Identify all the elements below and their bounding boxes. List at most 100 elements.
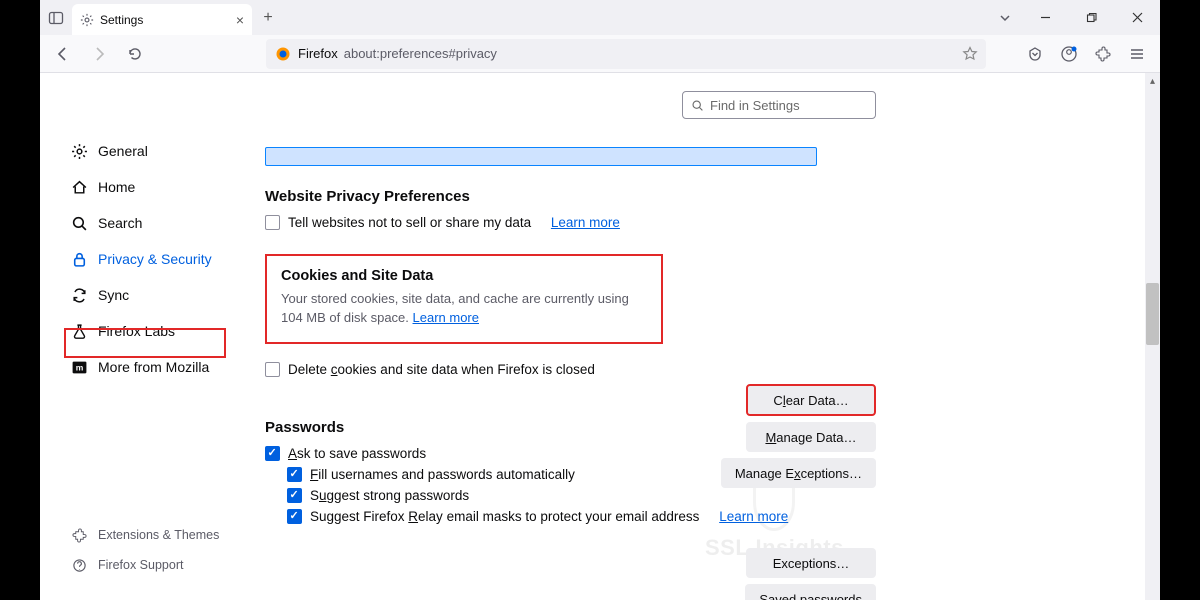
account-button[interactable] [1054, 39, 1084, 69]
window-titlebar: Settings × + [40, 0, 1160, 35]
bookmark-star-button[interactable] [962, 46, 978, 62]
gear-icon [80, 13, 94, 27]
save-to-pocket-button[interactable] [1020, 39, 1050, 69]
arrow-right-icon [91, 46, 107, 62]
gear-icon [70, 142, 88, 160]
reload-icon [127, 46, 143, 62]
tab-title: Settings [100, 13, 143, 27]
ask-save-label: Ask to save passwords [288, 446, 426, 461]
checkbox-checked[interactable] [287, 467, 302, 482]
sidebar-item-sync[interactable]: Sync [62, 277, 265, 313]
scroll-up-arrow[interactable]: ▴ [1145, 73, 1160, 89]
sidebar-item-extensions-themes[interactable]: Extensions & Themes [62, 520, 265, 550]
flask-icon [70, 322, 88, 340]
do-not-sell-checkbox-row[interactable]: Tell websites not to sell or share my da… [265, 215, 965, 230]
sidebar-item-firefox-labs[interactable]: Firefox Labs [62, 313, 265, 349]
settings-sidebar: General Home Search Privacy & Security S… [40, 73, 265, 600]
sync-icon [70, 286, 88, 304]
account-icon [1060, 45, 1078, 63]
checkbox-unchecked[interactable] [265, 215, 280, 230]
find-placeholder: Find in Settings [710, 98, 800, 113]
firefox-logo-icon [274, 45, 292, 63]
sidebar-item-label: More from Mozilla [98, 359, 209, 375]
delete-on-close-label: Delete cookies and site data when Firefo… [288, 362, 595, 377]
extensions-button[interactable] [1088, 39, 1118, 69]
sidebar-item-general[interactable]: General [62, 133, 265, 169]
manage-data-button[interactable]: Manage Data… [746, 422, 876, 452]
sidebar-item-label: Firefox Support [98, 558, 183, 572]
saved-passwords-button[interactable]: Saved passwords [745, 584, 876, 600]
sidebar-icon [48, 10, 64, 26]
window-close-button[interactable] [1114, 0, 1160, 35]
info-banner [265, 147, 817, 166]
scroll-thumb[interactable] [1146, 283, 1159, 345]
app-menu-button[interactable] [1122, 39, 1152, 69]
sidebar-item-home[interactable]: Home [62, 169, 265, 205]
new-tab-button[interactable]: + [252, 0, 284, 35]
puzzle-icon [1095, 46, 1111, 62]
relay-row[interactable]: Suggest Firefox Relay email masks to pro… [287, 509, 965, 524]
checkbox-checked[interactable] [265, 446, 280, 461]
tabs-dropdown-button[interactable] [988, 0, 1022, 35]
window-minimize-button[interactable] [1022, 0, 1068, 35]
sidebar-item-label: Firefox Labs [98, 323, 175, 339]
cookies-heading: Cookies and Site Data [281, 268, 647, 284]
browser-tab[interactable]: Settings × [72, 4, 252, 35]
sidebar-item-privacy-security[interactable]: Privacy & Security [62, 241, 265, 277]
nav-reload-button[interactable] [120, 39, 150, 69]
sidebar-toggle-button[interactable] [40, 0, 72, 35]
sidebar-item-label: Privacy & Security [98, 251, 212, 267]
learn-more-link[interactable]: Learn more [719, 509, 788, 524]
sidebar-item-search[interactable]: Search [62, 205, 265, 241]
puzzle-icon [70, 526, 88, 544]
browser-toolbar: Firefox about:preferences#privacy [40, 35, 1160, 73]
chevron-down-icon [999, 12, 1011, 24]
password-exceptions-button[interactable]: Exceptions… [746, 548, 876, 578]
star-icon [962, 46, 978, 62]
settings-content: Find in Settings SSL Insights Website Pr… [265, 73, 1160, 600]
help-icon [70, 556, 88, 574]
clear-data-button[interactable]: Clear Data… [746, 384, 876, 416]
url-path: about:preferences#privacy [344, 46, 497, 61]
sidebar-item-label: Sync [98, 287, 129, 303]
window-restore-button[interactable] [1068, 0, 1114, 35]
find-in-settings-input[interactable]: Find in Settings [682, 91, 876, 119]
tab-close-button[interactable]: × [236, 12, 244, 28]
mozilla-icon: m [70, 358, 88, 376]
nav-forward-button[interactable] [84, 39, 114, 69]
nav-back-button[interactable] [48, 39, 78, 69]
url-scheme: Firefox [298, 46, 338, 61]
url-bar[interactable]: Firefox about:preferences#privacy [266, 39, 986, 69]
search-icon [70, 214, 88, 232]
sidebar-item-label: Extensions & Themes [98, 528, 219, 542]
checkbox-checked[interactable] [287, 509, 302, 524]
home-icon [70, 178, 88, 196]
suggest-strong-row[interactable]: Suggest strong passwords [287, 488, 965, 503]
suggest-strong-label: Suggest strong passwords [310, 488, 469, 503]
website-privacy-heading: Website Privacy Preferences [265, 188, 965, 205]
manage-exceptions-button[interactable]: Manage Exceptions… [721, 458, 876, 488]
delete-on-close-checkbox-row[interactable]: Delete cookies and site data when Firefo… [265, 362, 965, 377]
cookies-button-column: Clear Data… Manage Data… Manage Exceptio… [721, 384, 876, 488]
passwords-button-column: Exceptions… Saved passwords [745, 548, 876, 600]
pocket-icon [1027, 46, 1043, 62]
cookies-description: Your stored cookies, site data, and cach… [281, 290, 647, 328]
cookies-section-highlight: Cookies and Site Data Your stored cookie… [265, 254, 663, 344]
sidebar-item-more-mozilla[interactable]: m More from Mozilla [62, 349, 265, 385]
fill-auto-label: Fill usernames and passwords automatical… [310, 467, 575, 482]
learn-more-link[interactable]: Learn more [413, 310, 479, 325]
sidebar-item-label: General [98, 143, 148, 159]
settings-page: General Home Search Privacy & Security S… [40, 73, 1160, 600]
checkbox-unchecked[interactable] [265, 362, 280, 377]
vertical-scrollbar[interactable]: ▴ [1145, 73, 1160, 600]
hamburger-icon [1129, 46, 1145, 62]
learn-more-link[interactable]: Learn more [551, 215, 620, 230]
relay-label: Suggest Firefox Relay email masks to pro… [310, 509, 699, 524]
svg-text:m: m [75, 362, 83, 372]
checkbox-checked[interactable] [287, 488, 302, 503]
do-not-sell-label: Tell websites not to sell or share my da… [288, 215, 531, 230]
sidebar-item-label: Home [98, 179, 135, 195]
lock-icon [70, 250, 88, 268]
arrow-left-icon [55, 46, 71, 62]
sidebar-item-firefox-support[interactable]: Firefox Support [62, 550, 265, 580]
